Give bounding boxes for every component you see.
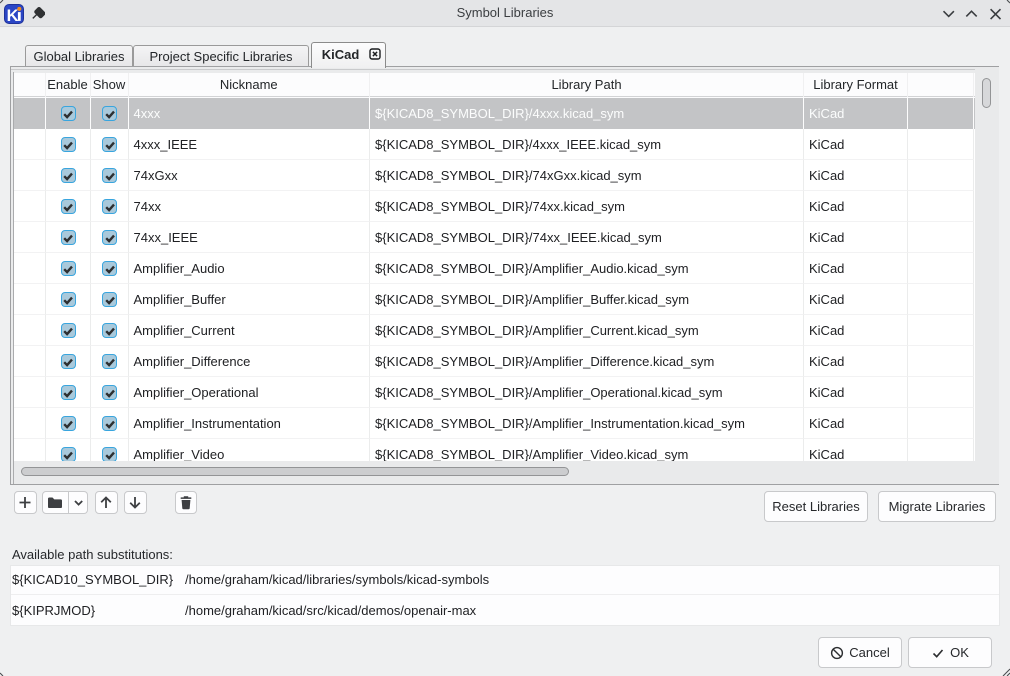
svg-text:K: K xyxy=(7,7,19,24)
